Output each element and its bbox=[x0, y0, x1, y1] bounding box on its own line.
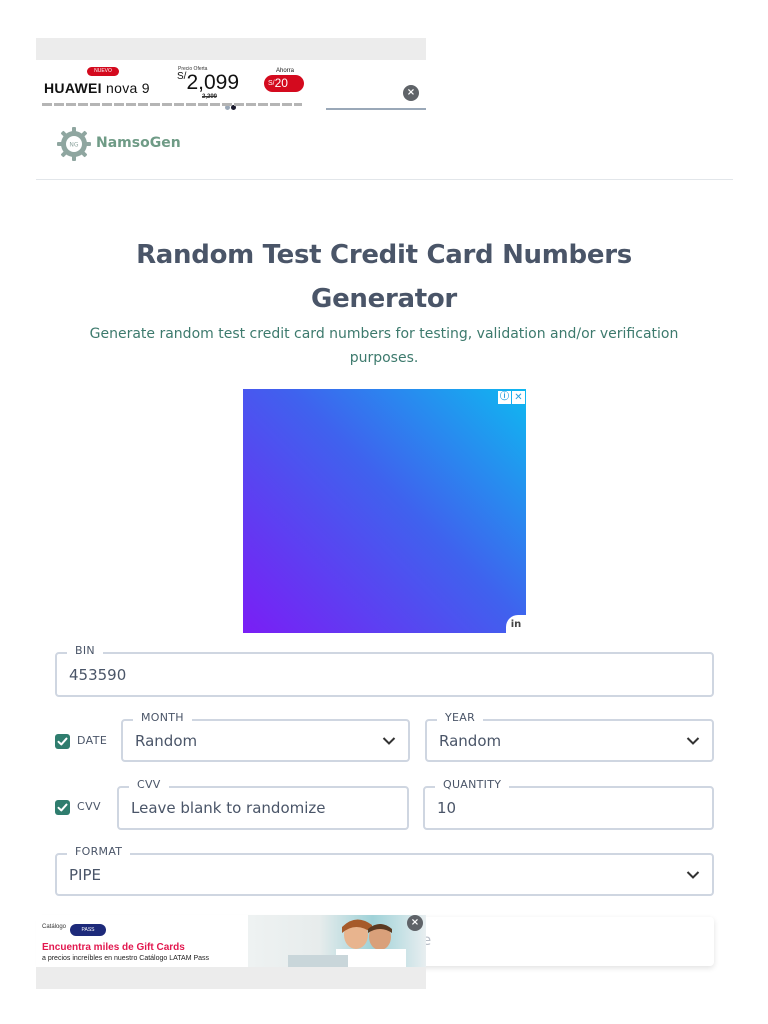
bottom-ad-banner[interactable]: Catálogo PASS Encuentra miles de Gift Ca… bbox=[36, 915, 426, 989]
year-select[interactable]: YEAR Random bbox=[425, 711, 714, 762]
top-ad-banner[interactable]: NUEVO HUAWEI nova 9 Precio Oferta S/2,09… bbox=[36, 38, 426, 110]
ad-photo bbox=[248, 915, 426, 967]
ad-save-amount: 20 bbox=[274, 76, 288, 90]
ad-subtext: a precios increíbles en nuestro Catálogo… bbox=[42, 955, 210, 962]
gear-logo-icon[interactable]: NG bbox=[56, 126, 92, 162]
chevron-down-icon bbox=[382, 736, 396, 745]
ad-save-currency: S/ bbox=[268, 80, 275, 87]
ad-old-price: 2,299 bbox=[202, 94, 218, 100]
cvv-input-placeholder[interactable]: Leave blank to randomize bbox=[131, 788, 326, 828]
ad-fine-print bbox=[42, 103, 302, 106]
month-value: Random bbox=[135, 731, 198, 750]
ad-brand-name: HUAWEI bbox=[44, 80, 102, 96]
middle-ad[interactable]: ⓘ ✕ in bbox=[243, 389, 526, 633]
format-select[interactable]: FORMAT PIPE bbox=[55, 845, 714, 896]
ad-save-label: Ahorra bbox=[276, 68, 295, 74]
chevron-down-icon bbox=[686, 736, 700, 745]
site-header: NG NamsoGen bbox=[36, 110, 733, 180]
month-select[interactable]: MONTH Random bbox=[121, 711, 410, 762]
ad-close-icon[interactable]: × bbox=[403, 85, 419, 101]
ad-model-name: nova 9 bbox=[106, 80, 150, 96]
ad-save-pill: S/20 bbox=[264, 75, 304, 92]
ad-close-icon[interactable]: ✕ bbox=[512, 391, 525, 404]
ad-footer-strip bbox=[36, 967, 426, 989]
quantity-input[interactable]: 10 bbox=[437, 788, 456, 828]
bin-field[interactable]: BIN 453590 bbox=[55, 644, 714, 697]
ad-top-strip bbox=[36, 38, 426, 60]
check-icon bbox=[57, 803, 68, 812]
cvv-field[interactable]: CVV Leave blank to randomize bbox=[117, 778, 409, 830]
cvv-checkbox[interactable] bbox=[55, 800, 70, 815]
check-icon bbox=[57, 737, 68, 746]
ad-price: S/2,099 bbox=[177, 71, 239, 95]
bin-input[interactable]: 453590 bbox=[69, 654, 126, 695]
ad-new-badge: NUEVO bbox=[87, 67, 119, 76]
site-name[interactable]: NamsoGen bbox=[96, 135, 181, 151]
chevron-down-icon bbox=[686, 870, 700, 879]
quantity-field[interactable]: QUANTITY 10 bbox=[423, 778, 714, 830]
cvv-checkbox-label: CVV bbox=[77, 800, 101, 813]
ad-brand: HUAWEI nova 9 bbox=[44, 80, 150, 96]
ad-close-icon[interactable]: × bbox=[407, 915, 423, 931]
ad-info-icon[interactable]: ⓘ bbox=[498, 391, 511, 404]
date-checkbox-label: DATE bbox=[77, 734, 108, 747]
page-title: Random Test Credit Card Numbers Generato… bbox=[136, 240, 632, 314]
ad-catalog-logo: Catálogo bbox=[42, 924, 67, 930]
ad-price-value: 2,099 bbox=[186, 71, 240, 94]
page-subtitle: Generate random test credit card numbers… bbox=[89, 326, 679, 366]
ad-headline: Encuentra miles de Gift Cards bbox=[42, 942, 185, 953]
date-checkbox[interactable] bbox=[55, 734, 70, 749]
format-value: PIPE bbox=[69, 865, 101, 884]
ad-network-icon[interactable]: in bbox=[506, 615, 526, 633]
year-value: Random bbox=[439, 731, 502, 750]
ad-people-image bbox=[288, 919, 406, 967]
logo-text: NG bbox=[69, 142, 78, 149]
ad-pass-badge: PASS bbox=[70, 924, 106, 936]
